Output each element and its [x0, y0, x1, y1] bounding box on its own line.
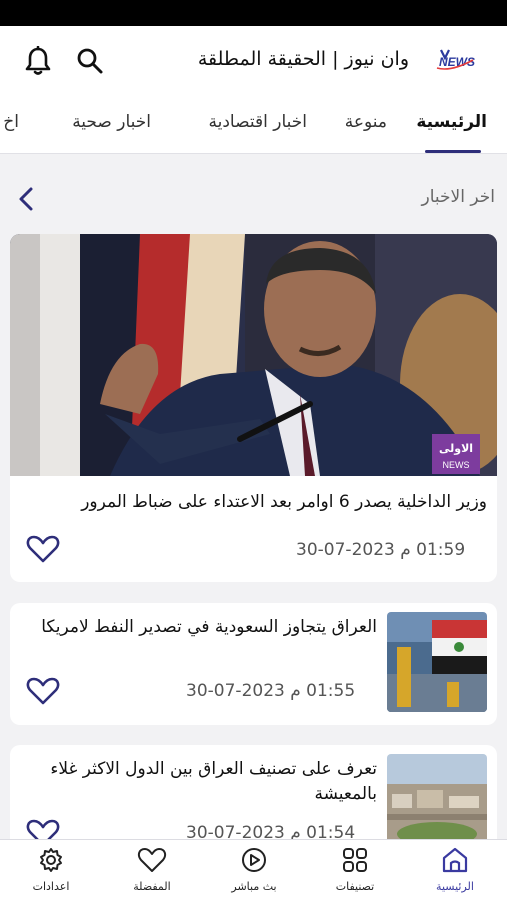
tab-home[interactable]: الرئيسية — [416, 112, 487, 132]
tab-more[interactable]: اخ — [3, 112, 19, 132]
featured-news-time: 01:59 م 2023-07-30 — [296, 540, 466, 560]
nav-favorites[interactable]: المفضلة — [107, 846, 197, 893]
bell-icon[interactable] — [20, 43, 56, 79]
tab-health[interactable]: اخبار صحية — [72, 112, 151, 132]
gear-icon — [40, 848, 62, 872]
tab-misc[interactable]: منوعة — [345, 112, 387, 132]
news-thumbnail — [387, 612, 487, 712]
search-icon[interactable] — [72, 43, 108, 79]
status-bar — [0, 0, 507, 26]
app-logo: NEWS — [431, 46, 479, 74]
news-card[interactable]: العراق يتجاوز السعودية في تصدير النفط لا… — [10, 603, 497, 725]
news-title[interactable]: العراق يتجاوز السعودية في تصدير النفط لا… — [37, 615, 377, 640]
news-title[interactable]: تعرف على تصنيف العراق بين الدول الاكثر غ… — [37, 757, 377, 807]
nav-label: تصنيفات — [335, 880, 375, 893]
nav-home[interactable]: الرئيسية — [410, 846, 500, 893]
app-header: وان نيوز | الحقيقة المطلقة NEWS — [0, 26, 507, 96]
bottom-navigation: الرئيسية تصنيفات بث مباشر المفضلة اعدادا… — [0, 839, 507, 900]
home-icon — [442, 847, 468, 873]
nav-label: بث مباشر — [231, 880, 277, 893]
play-icon — [242, 848, 266, 872]
featured-news-title[interactable]: وزير الداخلية يصدر 6 اوامر بعد الاعتداء … — [27, 492, 487, 512]
heart-icon — [137, 848, 167, 872]
heart-icon[interactable] — [26, 676, 60, 706]
featured-news-card[interactable]: الاولى NEWS وزير الداخلية يصدر 6 اوامر ب… — [10, 234, 497, 582]
section-title: اخر الاخبار — [421, 187, 495, 207]
grid-icon — [343, 848, 367, 872]
chevron-left-icon[interactable] — [14, 184, 38, 214]
image-badge-sub: NEWS — [443, 460, 470, 470]
nav-label: المفضلة — [133, 880, 171, 893]
nav-label: اعدادات — [32, 880, 70, 893]
nav-live[interactable]: بث مباشر — [209, 846, 299, 893]
news-time: 01:55 م 2023-07-30 — [186, 681, 356, 701]
category-tabs: الرئيسية منوعة اخبار اقتصادية اخبار صحية… — [0, 96, 507, 154]
featured-news-image: الاولى NEWS — [10, 234, 497, 476]
nav-categories[interactable]: تصنيفات — [310, 846, 400, 893]
nav-label: الرئيسية — [436, 880, 474, 893]
heart-icon[interactable] — [26, 534, 60, 564]
image-badge-text: الاولى — [439, 442, 473, 455]
active-tab-indicator — [425, 150, 481, 153]
nav-settings[interactable]: اعدادات — [6, 846, 96, 893]
app-title: وان نيوز | الحقيقة المطلقة — [197, 48, 409, 70]
tab-economy[interactable]: اخبار اقتصادية — [209, 112, 307, 132]
